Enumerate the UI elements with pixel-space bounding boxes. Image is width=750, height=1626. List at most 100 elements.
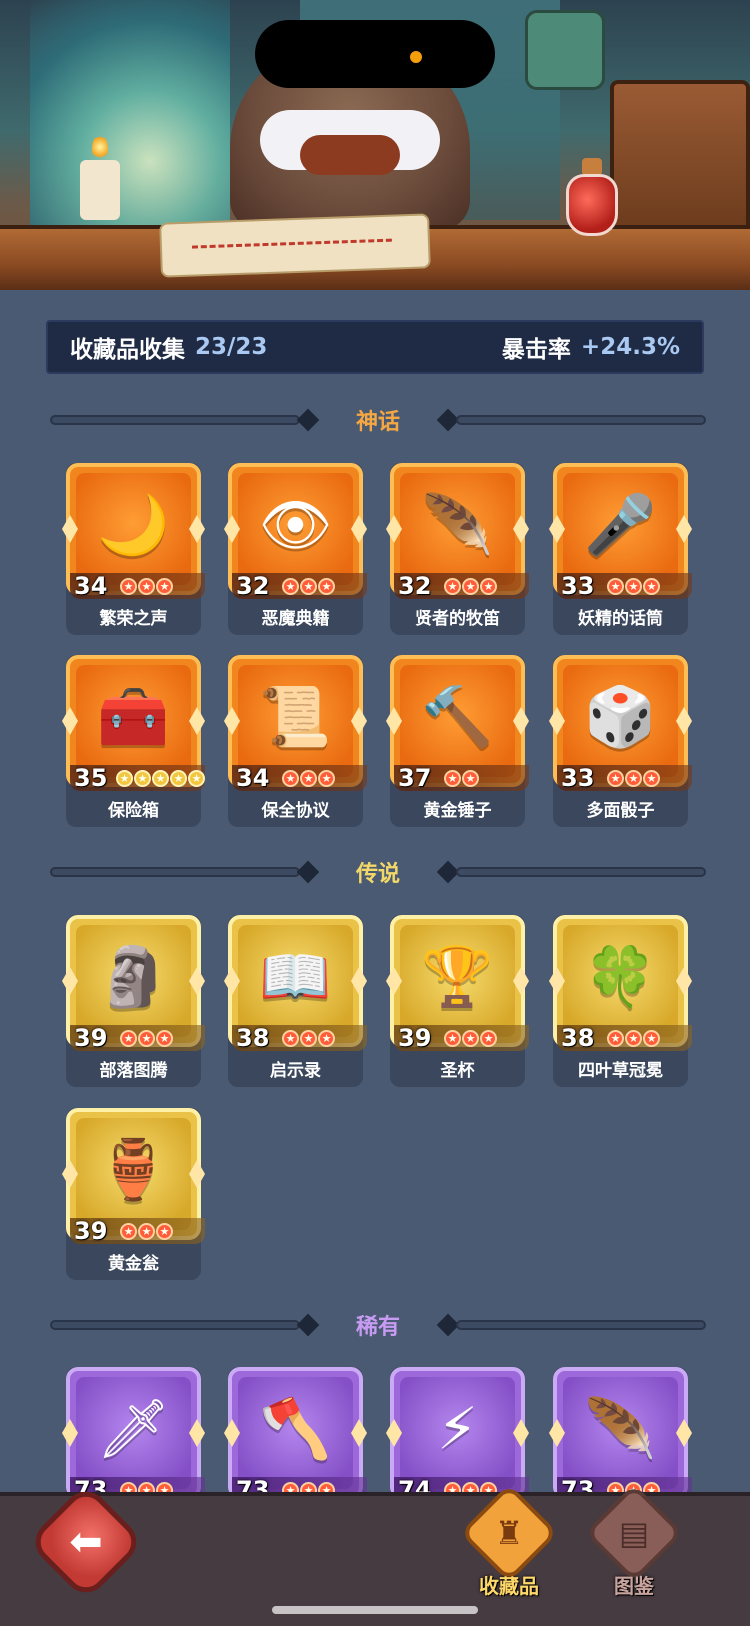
star-rating: ★ ★ ★ ★ ★ (116, 769, 205, 787)
recording-indicator (410, 51, 422, 63)
item-name: 保险箱 (108, 800, 159, 821)
collectible-card[interactable]: 🔨 37 ★ ★ 黄金锤子 (386, 655, 529, 827)
star-icon: ★ (643, 769, 660, 787)
level-bar: 33 ★ ★ ★ (557, 764, 692, 792)
collection-summary-bar: 收藏品收集 23/23 暴击率 +24.3% (46, 320, 704, 374)
ice-sword-icon: 🗡 (96, 1394, 171, 1463)
back-arrow-icon: ⬅ (69, 1519, 103, 1565)
item-name: 多面骰子 (586, 800, 655, 821)
star-icon: ★ (643, 1029, 660, 1047)
collection-label: 收藏品收集 (70, 337, 185, 363)
item-name: 四叶草冠冕 (578, 1060, 663, 1081)
crit-rate-value: +24.3% (580, 334, 680, 360)
nav-tab-collection[interactable]: ♜ 收藏品 (459, 1483, 559, 1598)
star-icon: ★ (480, 577, 497, 595)
level-bar: 38 ★ ★ ★ (557, 1024, 692, 1052)
item-level: 39 (74, 1217, 108, 1245)
treasure-chest-icon: 🧰 (97, 682, 170, 751)
star-rating: ★ ★ (444, 769, 479, 787)
star-icon: ★ (444, 769, 461, 787)
golden-urn-icon: 🏺 (97, 1135, 170, 1204)
collectible-card[interactable]: 🍀 38 ★ ★ ★ 四叶草冠冕 (549, 915, 692, 1087)
collectible-tile: 🌙 34 ★ ★ ★ (62, 463, 205, 600)
item-name: 妖精的话筒 (578, 608, 663, 629)
collectible-card[interactable]: 🌙 34 ★ ★ ★ 繁荣之声 (62, 463, 205, 635)
candle-icon (80, 134, 120, 220)
collectible-tile: 🎲 33 ★ ★ ★ (549, 655, 692, 792)
collectible-card[interactable]: 🪶 32 ★ ★ ★ 贤者的牧笛 (386, 463, 529, 635)
star-icon: ★ (282, 769, 299, 787)
camera-notch (255, 20, 495, 88)
star-rating: ★★★ (444, 577, 497, 595)
moon-orb-icon: 🌙 (97, 490, 170, 559)
collectible-card[interactable]: 📖 38 ★ ★ ★ 启示录 (224, 915, 367, 1087)
star-icon: ★ (444, 577, 461, 595)
collectible-card[interactable]: 🎲 33 ★ ★ ★ 多面骰子 (549, 655, 692, 827)
dice-icon: 🎲 (584, 682, 657, 751)
collectible-card[interactable]: 👁 32 ★ ★ ★ 恶魔典籍 (224, 463, 367, 635)
star-icon: ★ (156, 577, 173, 595)
collectible-card[interactable]: 🗿 39 ★ ★ ★ 部落图腾 (62, 915, 205, 1087)
collectible-card[interactable]: 🧰 35 ★ ★ ★ ★ ★ 保险箱 (62, 655, 205, 827)
treasure-map-decoration (159, 213, 431, 278)
star-icon: ★ (643, 577, 660, 595)
collectible-card[interactable]: 🏺 39 ★ ★ ★ 黄金瓮 (62, 1108, 205, 1280)
collectible-tile: 🧰 35 ★ ★ ★ ★ ★ (62, 655, 205, 792)
section-title-rare: 稀有 (355, 1315, 400, 1340)
collectible-tile: 🗡 73 ★ ★ ★ (62, 1367, 205, 1504)
wooden-crate-decoration (610, 80, 750, 240)
star-icon: ★ (282, 1029, 299, 1047)
star-icon: ★ (134, 769, 151, 787)
item-level: 37 (398, 764, 432, 792)
item-level: 38 (236, 1024, 270, 1052)
book-icon: 📖 (259, 942, 332, 1011)
star-rating: ★★★ (607, 577, 660, 595)
collectible-card[interactable]: 🎤 33 ★ ★ ★ 妖精的话筒 (549, 463, 692, 635)
star-icon: ★ (152, 769, 169, 787)
star-icon: ★ (462, 769, 479, 787)
collectible-tile: ⚡ 74 ★ ★ ★ (386, 1367, 529, 1504)
star-icon: ★ (282, 577, 299, 595)
item-name: 繁荣之声 (99, 608, 168, 629)
collectible-tile: 📜 34 ★ ★ ★ (224, 655, 367, 792)
star-icon: ★ (607, 769, 624, 787)
hammer-icon: 🔨 (421, 682, 494, 751)
collectible-tile: 🏆 39 ★ ★ ★ (386, 915, 529, 1052)
item-name: 黄金锤子 (423, 800, 492, 821)
totem-icon: 🗿 (97, 942, 170, 1011)
item-name: 贤者的牧笛 (415, 608, 500, 629)
star-icon: ★ (625, 1029, 642, 1047)
star-icon: ★ (300, 1029, 317, 1047)
collectible-tile: 🍀 38 ★ ★ ★ (549, 915, 692, 1052)
clover-crown-icon: 🍀 (584, 942, 657, 1011)
grail-icon: 🏆 (421, 942, 494, 1011)
fairy-mic-icon: 🎤 (584, 490, 657, 559)
item-name: 恶魔典籍 (261, 608, 330, 629)
star-rating: ★★★ (444, 1029, 497, 1047)
level-bar: 33 ★ ★ ★ (557, 572, 692, 600)
star-icon: ★ (607, 577, 624, 595)
collection-icon: ♜ (459, 1483, 559, 1583)
section-header-legendary: 传说 (50, 857, 706, 887)
section-title-legendary: 传说 (355, 862, 400, 887)
star-rating: ★★★ (607, 769, 660, 787)
item-name: 圣杯 (440, 1060, 475, 1081)
level-bar: 39 ★ ★ ★ (70, 1024, 205, 1052)
nav-tab-codex[interactable]: ▤ 图鉴 (584, 1483, 684, 1598)
star-rating: ★★★ (282, 769, 335, 787)
star-icon: ★ (120, 577, 137, 595)
demon-tome-icon: 👁 (258, 490, 333, 559)
item-name: 部落图腾 (99, 1060, 168, 1081)
star-rating: ★★★ (607, 1029, 660, 1047)
star-icon: ★ (444, 1029, 461, 1047)
star-rating: ★★★ (120, 1029, 173, 1047)
collectible-tile: 🪓 73 ★ ★ ★ (224, 1367, 367, 1504)
collectible-tile: 🗿 39 ★ ★ ★ (62, 915, 205, 1052)
phoenix-feather-icon: 🪶 (584, 1394, 657, 1463)
level-bar: 32 ★ ★ ★ (394, 572, 529, 600)
collectible-card[interactable]: 📜 34 ★ ★ ★ 保全协议 (224, 655, 367, 827)
section-header-rare: 稀有 (50, 1310, 706, 1340)
collectible-card[interactable]: 🏆 39 ★ ★ ★ 圣杯 (386, 915, 529, 1087)
level-bar: 39 ★ ★ ★ (70, 1217, 205, 1245)
contract-icon: 📜 (259, 682, 332, 751)
